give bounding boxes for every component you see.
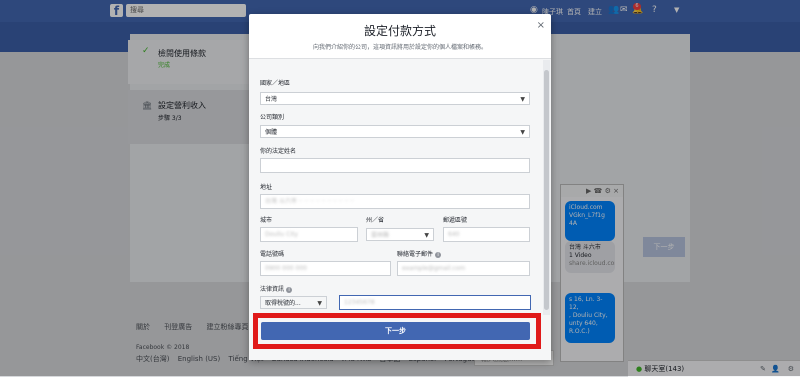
dialog-scrollbar[interactable] (543, 60, 550, 315)
phone-field[interactable]: 0900 000 000 (260, 261, 391, 276)
legal-info-label: 法律資訊 i (260, 284, 293, 293)
scrollbar-thumb[interactable] (544, 70, 549, 310)
address-label: 地址 (260, 184, 273, 191)
email-field[interactable]: example@gmail.com (397, 261, 530, 276)
info-icon[interactable]: i (286, 287, 293, 293)
highlight-box (253, 313, 541, 349)
city-label: 城市 (260, 217, 273, 224)
phone-label: 電話號碼 (260, 251, 285, 258)
dialog-title: 設定付款方式 (363, 24, 436, 38)
info-icon[interactable]: i (435, 252, 442, 258)
legal-name-label: 你的法定姓名 (260, 148, 297, 155)
legal-name-field[interactable] (260, 158, 530, 173)
dialog-subtitle: 向我們介紹你的公司，這項資訊將用於設定你的個人檔案和帳務。 (312, 44, 487, 51)
zip-label: 郵遞區號 (443, 217, 468, 224)
address-field[interactable]: 台灣 斗六市 ·· ·· ·· ·· ·· ·· ·· ·· ·· ·· (260, 194, 530, 209)
payment-setup-dialog: 設定付款方式 向我們介紹你的公司，這項資訊將用於設定你的個人檔案和帳務。 × 國… (249, 14, 551, 360)
chevron-down-icon: ▼ (520, 129, 525, 136)
chevron-down-icon: ▼ (317, 300, 322, 307)
zip-field[interactable]: 640 (443, 227, 530, 242)
state-select[interactable]: 雲林縣 ▼ (366, 228, 434, 241)
country-label: 國家／地區 (260, 80, 291, 87)
tax-id-field[interactable]: 12345678 (339, 295, 531, 310)
tax-id-type-select[interactable]: 取得稅號的... ▼ (260, 296, 327, 309)
country-select[interactable]: 台灣 ▼ (260, 92, 530, 105)
company-type-label: 公司類別 (260, 114, 285, 121)
chevron-down-icon: ▼ (520, 96, 525, 103)
close-icon[interactable]: × (537, 20, 545, 31)
company-type-select[interactable]: 個體 ▼ (260, 125, 530, 138)
chevron-down-icon: ▼ (424, 232, 429, 239)
state-label: 州／省 (366, 217, 385, 224)
email-label: 聯絡電子郵件 i (397, 249, 442, 258)
city-field[interactable]: Douliu City (260, 227, 358, 242)
